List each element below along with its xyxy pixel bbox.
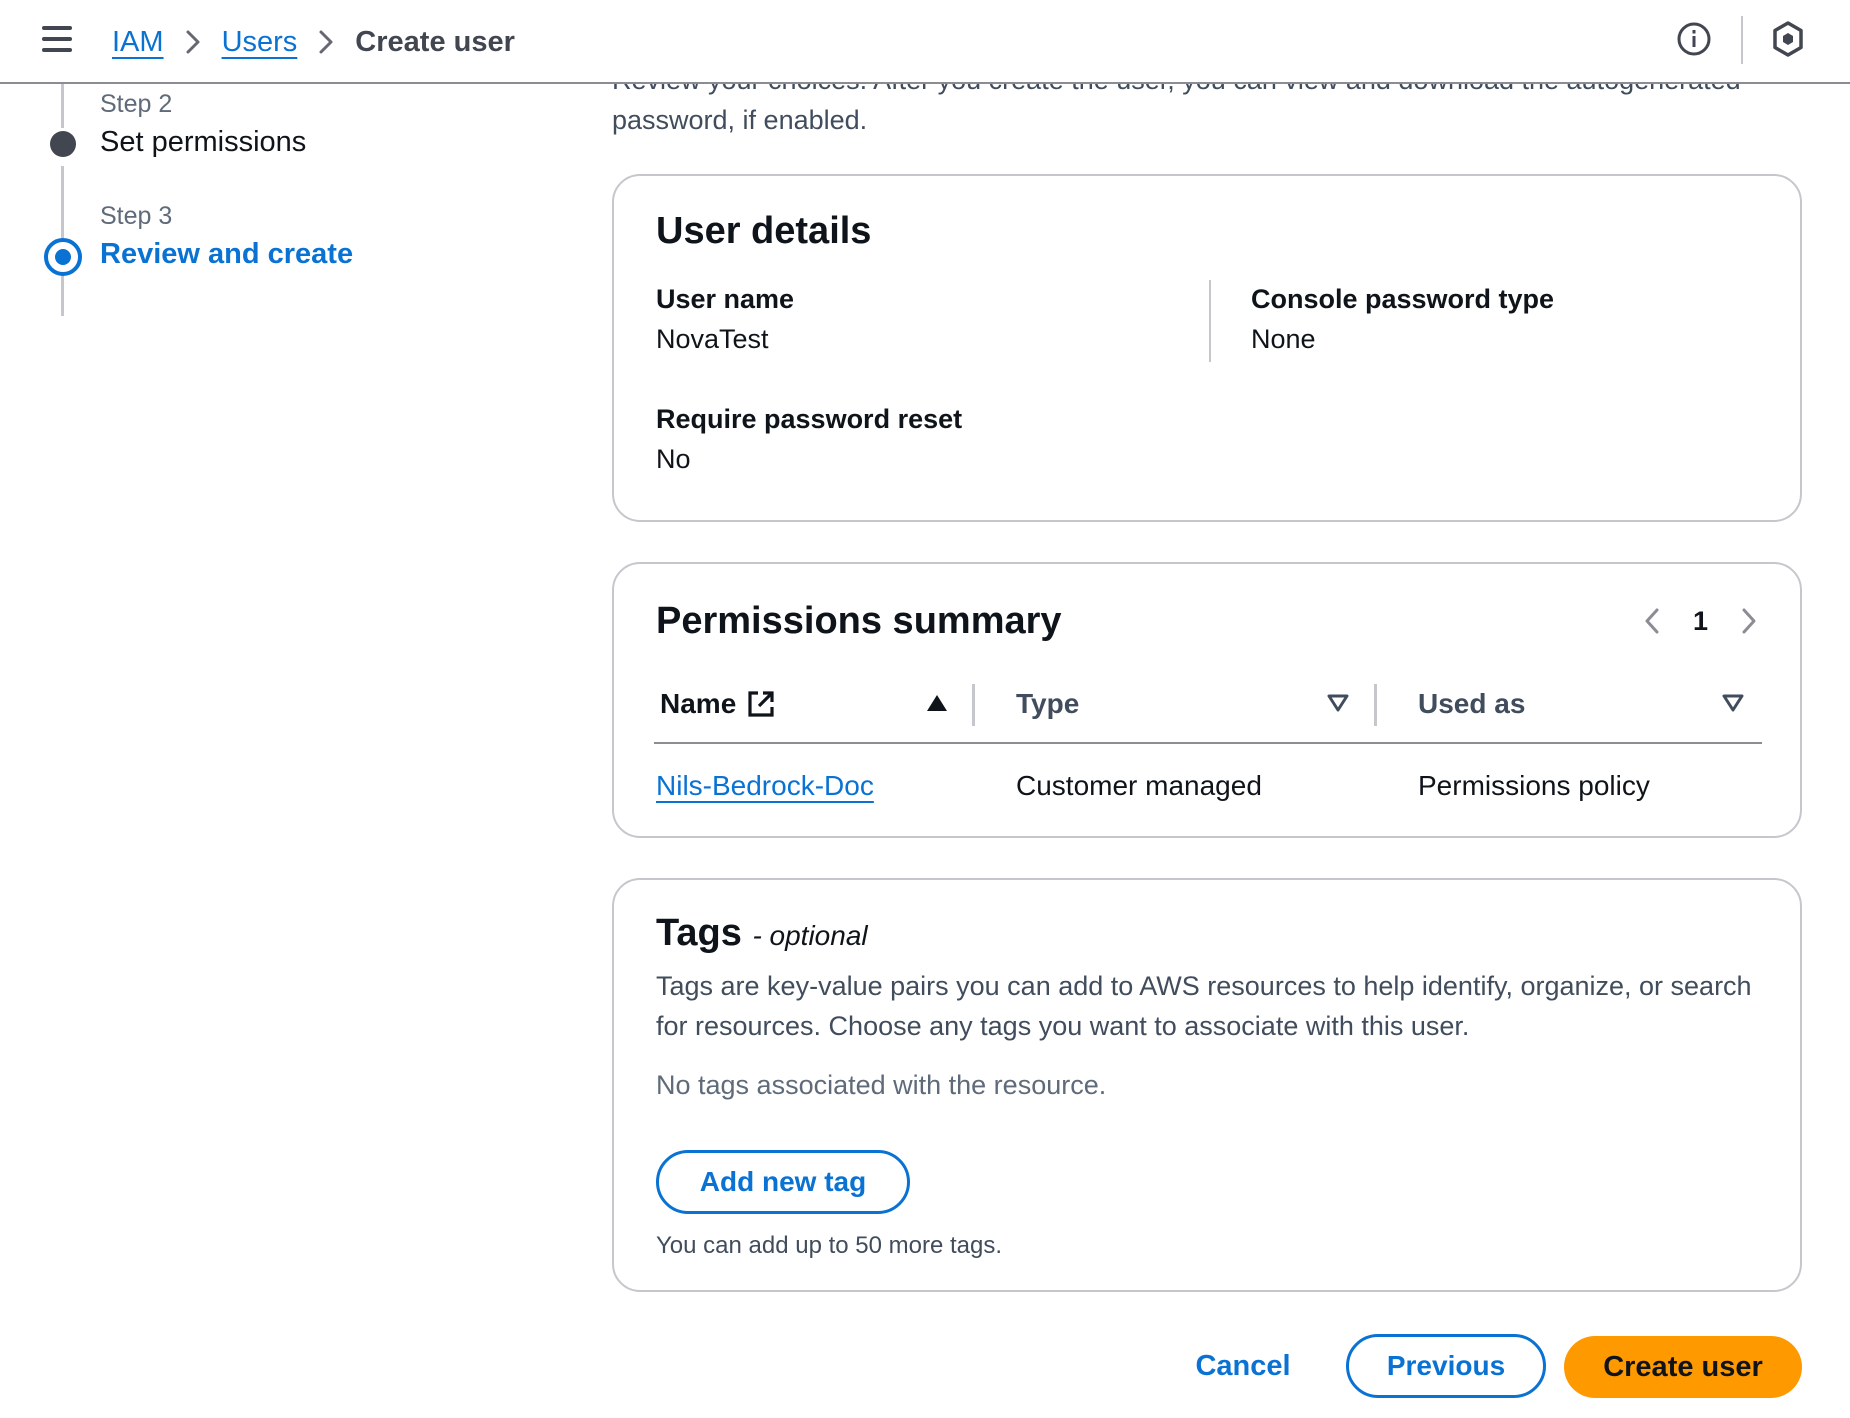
previous-button[interactable]: Previous (1346, 1334, 1546, 1398)
permissions-summary-card: Permissions summary 1 Name Type Used as … (612, 562, 1802, 838)
column-resizer[interactable] (972, 684, 975, 726)
chevron-right-icon (297, 22, 355, 62)
step-3-label: Step 3 (100, 202, 173, 230)
tags-card: Tags - optional Tags are key-value pairs… (612, 878, 1802, 1292)
column-divider (1209, 280, 1211, 362)
tags-title-text: Tags (656, 912, 742, 954)
step-active-dot (44, 238, 82, 276)
console-password-type-label: Console password type (1251, 284, 1555, 314)
step-complete-dot (50, 131, 76, 157)
breadcrumb-users[interactable]: Users (222, 26, 298, 59)
sort-descending-icon[interactable] (1327, 694, 1349, 717)
sort-descending-icon[interactable] (1722, 694, 1744, 717)
top-navigation: IAM Users Create user (0, 0, 1850, 84)
tags-description: Tags are key-value pairs you can add to … (656, 971, 1752, 1041)
external-link-icon (746, 689, 776, 719)
breadcrumb-current: Create user (355, 25, 515, 58)
tags-empty-text: No tags associated with the resource. (656, 1070, 1107, 1100)
tags-optional-label: - optional (752, 920, 868, 951)
policy-type-cell: Customer managed (1016, 770, 1262, 801)
require-password-reset-value: No (656, 444, 691, 474)
policy-used-as-cell: Permissions policy (1418, 770, 1650, 801)
column-header-name-label: Name (660, 688, 737, 719)
console-password-type-value: None (1251, 324, 1316, 354)
user-details-title: User details (656, 210, 872, 252)
user-name-value: NovaTest (656, 324, 769, 354)
create-user-button[interactable]: Create user (1564, 1336, 1802, 1398)
chevron-left-icon[interactable] (1637, 604, 1667, 638)
chevron-right-icon (164, 22, 222, 62)
current-page[interactable]: 1 (1693, 606, 1708, 637)
policy-name-link[interactable]: Nils-Bedrock-Doc (656, 770, 874, 802)
breadcrumb-iam[interactable]: IAM (112, 26, 164, 59)
header-divider (1741, 16, 1743, 64)
column-header-type[interactable]: Type (1016, 684, 1079, 724)
require-password-reset-label: Require password reset (656, 404, 963, 434)
add-new-tag-button[interactable]: Add new tag (656, 1150, 910, 1214)
step-3-title: Review and create (100, 238, 354, 270)
step-2-title[interactable]: Set permissions (100, 126, 306, 159)
step-connector (61, 84, 64, 128)
menu-icon[interactable] (42, 26, 74, 54)
tags-title: Tags - optional (656, 912, 868, 955)
hexagon-settings-icon[interactable] (1770, 20, 1806, 58)
pagination: 1 (1637, 604, 1764, 638)
tags-limit-hint: You can add up to 50 more tags. (656, 1232, 1003, 1259)
column-header-used-as[interactable]: Used as (1418, 684, 1525, 724)
cancel-button[interactable]: Cancel (1182, 1336, 1304, 1396)
user-details-card: User details User name NovaTest Console … (612, 174, 1802, 522)
user-name-label: User name (656, 284, 795, 314)
info-icon[interactable] (1676, 21, 1712, 57)
chevron-right-icon[interactable] (1734, 604, 1764, 638)
breadcrumb: IAM Users Create user (112, 22, 515, 62)
sort-ascending-icon[interactable] (926, 694, 948, 717)
table-header-divider (654, 742, 1762, 744)
column-header-name[interactable]: Name (660, 684, 776, 724)
step-2-label: Step 2 (100, 90, 173, 118)
column-resizer[interactable] (1374, 684, 1377, 726)
permissions-summary-title: Permissions summary (656, 600, 1062, 642)
